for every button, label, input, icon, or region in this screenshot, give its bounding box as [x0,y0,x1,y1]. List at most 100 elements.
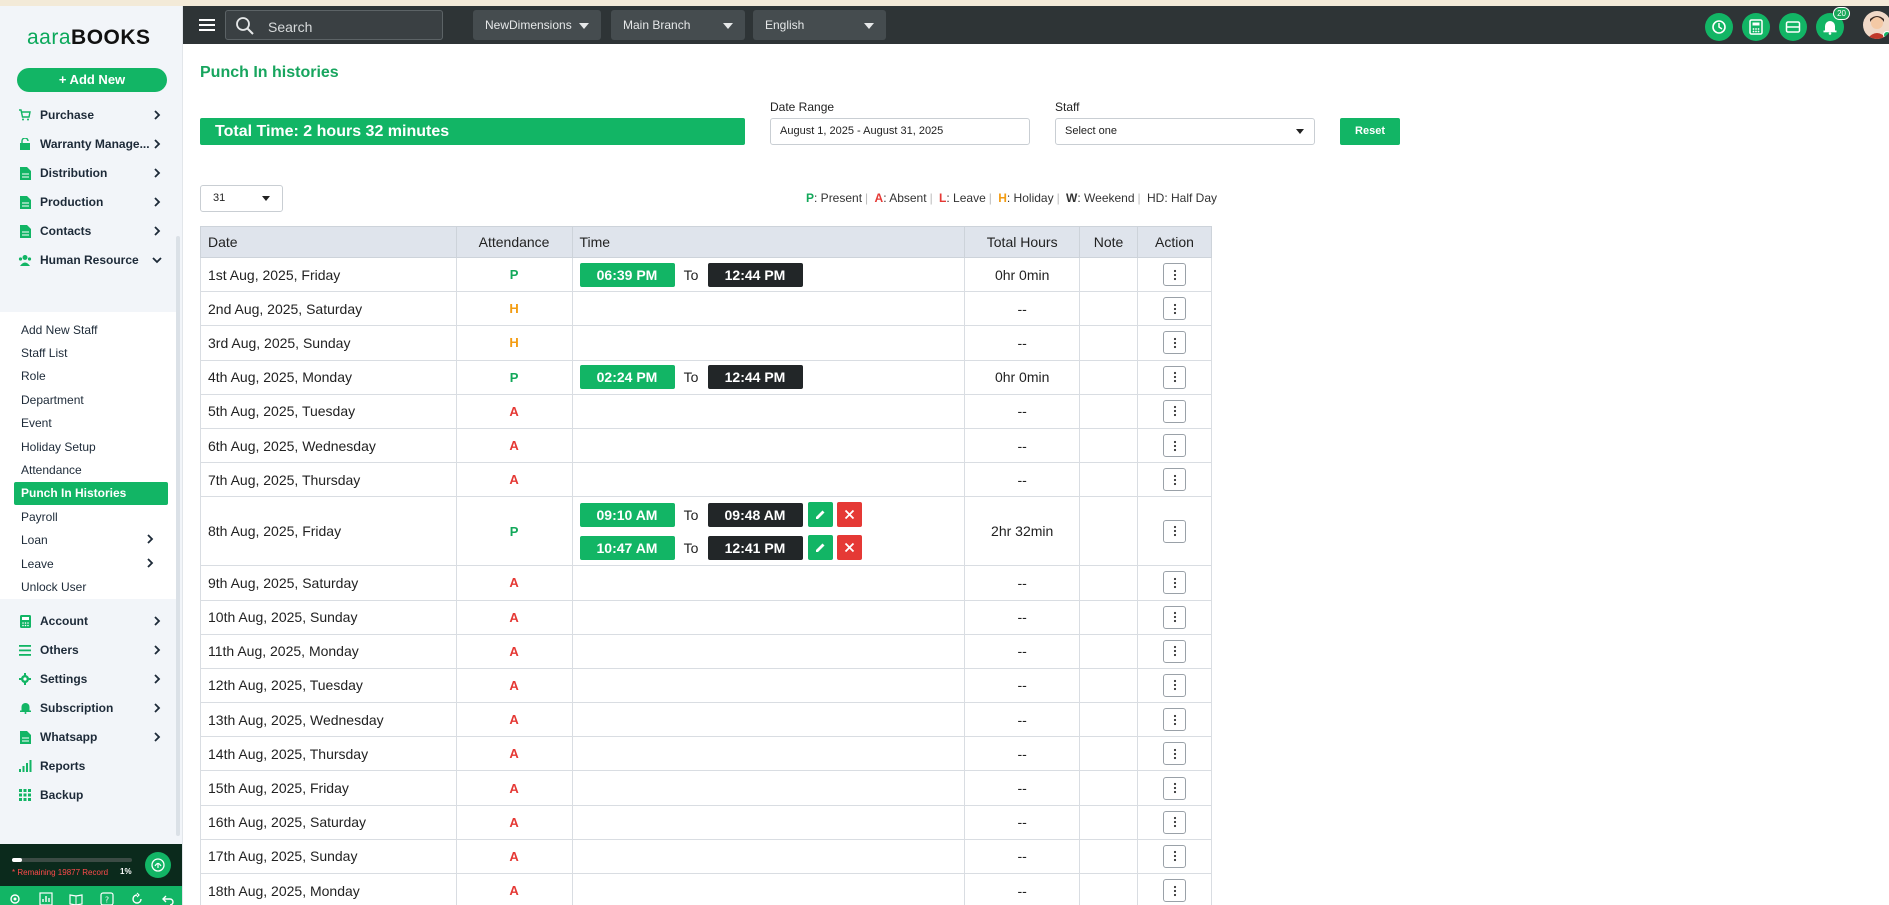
clock-button[interactable] [1705,13,1733,41]
row-note [1079,838,1139,875]
hr-item-payroll[interactable]: Payroll [14,505,168,528]
row-date: 13th Aug, 2025, Wednesday [200,702,457,738]
row-actions-menu-button[interactable] [1163,331,1187,355]
hr-item-role[interactable]: Role [14,365,168,388]
row-note [1079,496,1139,567]
table-row: 14th Aug, 2025, Thursday A -- [200,736,1212,772]
punch-slot: 06:39 PM To 12:44 PM [573,258,965,291]
row-actions-menu-button[interactable] [1163,639,1187,663]
reset-button[interactable]: Reset [1340,118,1400,145]
row-actions-menu-button[interactable] [1163,571,1187,595]
gear-icon[interactable] [7,891,23,905]
punch-in-time: 09:10 AM [579,502,675,527]
total-time-banner: Total Time: 2 hours 32 minutes [200,118,745,145]
hr-item-department[interactable]: Department [14,388,168,411]
table-row: 6th Aug, 2025, Wednesday A -- [200,427,1212,464]
pos-button[interactable] [1779,13,1807,41]
refresh-icon[interactable] [129,891,145,905]
per-page-select[interactable]: 31 [200,185,283,212]
branch-select[interactable]: Main Branch [611,10,745,40]
language-select[interactable]: English [753,10,886,40]
row-actions-menu-button[interactable] [1163,605,1187,629]
hr-item-event[interactable]: Event [14,412,168,435]
row-actions-menu-button[interactable] [1163,434,1187,458]
search-placeholder: Search [268,19,313,35]
hr-item-add-new-staff[interactable]: Add New Staff [14,318,168,341]
staff-select[interactable]: Select one [1055,118,1315,145]
sidebar-item-backup[interactable]: Backup [0,778,176,812]
sidebar-item-human-resource[interactable]: Human Resource [0,243,176,277]
menu-toggle-icon[interactable] [199,17,215,33]
delete-punch-button[interactable] [836,535,862,561]
hr-item-loan[interactable]: Loan [14,529,168,552]
legend-weekend-key: W [1066,191,1078,205]
row-attendance-status: A [455,462,573,498]
hr-item-punch-in-histories[interactable]: Punch In Histories [14,481,168,506]
row-actions-menu-button[interactable] [1163,297,1187,321]
hr-item-attendance[interactable]: Attendance [14,458,168,481]
bell-icon [18,701,32,715]
edit-punch-button[interactable] [807,502,833,528]
fingerprint-icon[interactable] [145,852,171,878]
chart-icon[interactable] [38,891,54,905]
table-row: 7th Aug, 2025, Thursday A -- [200,462,1212,498]
logout-icon[interactable] [160,891,176,905]
row-time-cell: 09:10 AM To 09:48 AM 10:47 AM To 12:41 PM [571,496,966,567]
edit-punch-button[interactable] [807,535,833,561]
row-note [1079,462,1139,498]
user-avatar[interactable] [1863,11,1889,39]
hr-item-staff-list[interactable]: Staff List [14,341,168,364]
row-attendance-status: A [455,838,573,875]
punch-to-label: To [683,369,699,386]
hr-item-label: Leave [21,556,54,571]
row-time-cell [571,804,966,840]
delete-punch-button[interactable] [836,502,862,528]
punch-to-label: To [683,266,699,283]
hr-item-holiday-setup[interactable]: Holiday Setup [14,435,168,458]
chevron-down-icon [864,23,874,29]
app-logo[interactable]: aaraBOOKS [27,26,151,50]
search-input[interactable]: Search [225,10,443,40]
hr-item-label: Event [21,416,52,431]
row-actions-menu-button[interactable] [1163,399,1187,423]
row-action-cell [1137,256,1212,293]
record-usage: * Remaining 19877 Record 1% [0,844,182,886]
notification-count-badge: 20 [1833,7,1850,20]
grid-icon [18,788,32,802]
notifications-button[interactable]: 20 [1816,7,1850,41]
row-total-hours: -- [964,462,1081,498]
row-actions-menu-button[interactable] [1163,776,1187,800]
company-select[interactable]: NewDimensions [473,10,601,40]
hr-item-label: Holiday Setup [21,439,96,454]
calculator-button[interactable] [1742,13,1770,41]
row-actions-menu-button[interactable] [1163,810,1187,834]
row-actions-menu-button[interactable] [1163,673,1187,697]
sidebar-scrollbar[interactable] [176,236,180,836]
row-note [1079,565,1139,601]
row-note [1079,667,1139,704]
help-icon[interactable]: ? [99,891,115,905]
legend-absent-key: A [874,191,884,205]
row-actions-menu-button[interactable] [1163,519,1187,543]
row-actions-menu-button[interactable] [1163,365,1187,389]
row-actions-menu-button[interactable] [1163,263,1187,287]
row-actions-menu-button[interactable] [1163,742,1187,766]
row-total-hours: -- [964,736,1081,772]
row-actions-menu-button[interactable] [1163,708,1187,732]
row-total-hours: -- [964,667,1081,704]
hr-item-unlock-user[interactable]: Unlock User [14,575,168,598]
hr-item-label: Attendance [21,463,82,478]
row-date: 7th Aug, 2025, Thursday [200,462,457,498]
hr-item-leave[interactable]: Leave [14,552,168,575]
row-note [1079,359,1139,395]
row-actions-menu-button[interactable] [1163,879,1187,903]
date-range-input[interactable]: August 1, 2025 - August 31, 2025 [770,118,1030,145]
row-time-cell [571,770,966,806]
book-icon[interactable] [68,891,84,905]
add-new-button[interactable]: + Add New [17,68,167,92]
row-actions-menu-button[interactable] [1163,468,1187,492]
row-action-cell [1137,325,1212,361]
punch-to-label: To [683,506,699,523]
row-actions-menu-button[interactable] [1163,844,1187,868]
row-note [1079,325,1139,361]
